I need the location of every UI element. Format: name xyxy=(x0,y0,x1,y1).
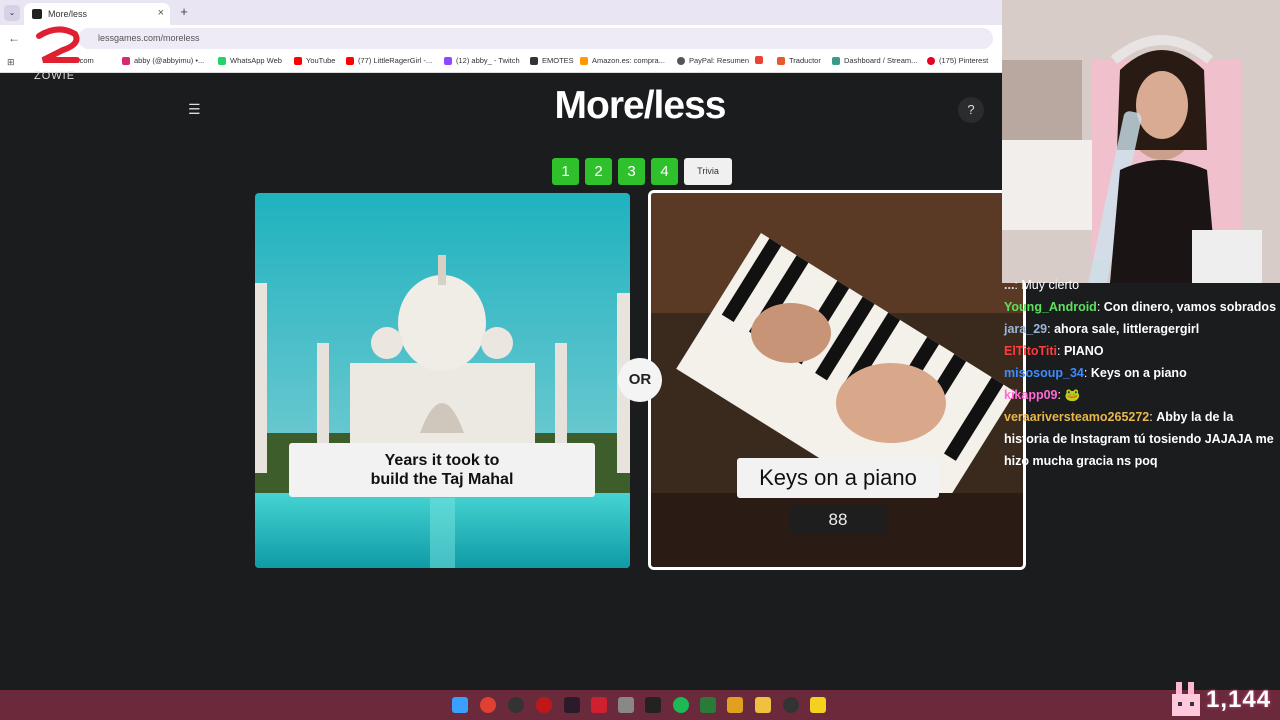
lessgames-favicon-icon xyxy=(32,9,42,19)
tab-title: More/less xyxy=(48,9,88,19)
chat-username: ElTitoTiti xyxy=(1004,344,1058,358)
app-icon[interactable] xyxy=(645,697,661,713)
chat-text: 🐸 xyxy=(1064,388,1081,402)
youtube-icon xyxy=(346,56,354,65)
right-card-value: 88 xyxy=(789,505,887,534)
left-choice-card[interactable]: Years it took to build the Taj Mahal xyxy=(255,193,630,568)
left-card-label-line1: Years it took to xyxy=(384,452,500,469)
sticky-notes-icon[interactable] xyxy=(810,697,826,713)
bookmark-whatsapp[interactable]: WhatsApp Web xyxy=(218,56,282,65)
chat-username: kikapp09 xyxy=(1004,388,1058,402)
chat-message: kikapp09: 🐸 xyxy=(1004,388,1081,402)
trivia-button[interactable]: Trivia xyxy=(684,158,732,185)
folder-icon[interactable] xyxy=(755,697,771,713)
amazon-icon xyxy=(580,56,588,65)
close-tab-icon[interactable]: × xyxy=(158,7,164,19)
chat-text: Con dinero, vamos sobrados xyxy=(1103,300,1277,314)
gmail-icon xyxy=(755,56,763,64)
zowie-logo-icon xyxy=(36,26,80,63)
bookmark-youtube-channel[interactable]: (77) LittleRagerGirl -... xyxy=(346,56,432,65)
bookmark-translator[interactable]: Traductor xyxy=(777,56,821,65)
pinterest-icon xyxy=(927,56,935,65)
help-button[interactable]: ? xyxy=(958,97,984,123)
start-icon[interactable] xyxy=(452,697,468,713)
level-2-button[interactable]: 2 xyxy=(585,158,612,185)
level-1-button[interactable]: 1 xyxy=(552,158,579,185)
or-badge: OR xyxy=(618,358,662,402)
chat-text: PIANO xyxy=(1063,344,1104,358)
bookmark-twitch[interactable]: (12) abby_ - Twitch xyxy=(444,56,520,65)
obs-icon[interactable] xyxy=(508,697,524,713)
webcam-feed xyxy=(1002,0,1280,283)
bookmark-instagram[interactable]: abby (@abbyimu) •... xyxy=(122,56,204,65)
chat-message: Young_Android: Con dinero, vamos sobrado… xyxy=(1004,300,1277,314)
chat-username: Young_Android xyxy=(1004,300,1097,314)
hamburger-menu-icon[interactable]: ☰ xyxy=(188,101,201,118)
app-icon[interactable] xyxy=(783,697,799,713)
chat-text: Keys on a piano xyxy=(1090,366,1187,380)
bookmark-paypal[interactable]: PayPal: Resumen xyxy=(677,56,749,65)
tab-search-icon[interactable]: ⌄ xyxy=(4,5,20,21)
chat-username: misosoup_34 xyxy=(1004,366,1084,380)
chrome-icon[interactable] xyxy=(480,697,496,713)
chat-text: Muy cierto xyxy=(1021,278,1080,292)
level-3-button[interactable]: 3 xyxy=(618,158,645,185)
stream-tool-icon[interactable] xyxy=(591,697,607,713)
chat-message: ...: Muy cierto xyxy=(1004,278,1080,292)
browser-tab[interactable]: More/less × xyxy=(24,3,170,25)
new-tab-icon[interactable]: + xyxy=(176,4,192,20)
chat-username: veraariversteamo265272 xyxy=(1004,410,1150,424)
chat-username: jara_29 xyxy=(1004,322,1048,336)
chat-username: ... xyxy=(1004,278,1015,292)
webcam-image xyxy=(1002,0,1280,283)
tab-strip: ⌄ More/less × + xyxy=(0,0,1002,25)
left-card-label-line2: build the Taj Mahal xyxy=(370,471,514,488)
whatsapp-icon xyxy=(218,56,226,65)
apps-grid-icon[interactable]: ⊞ xyxy=(7,57,15,68)
excel-icon[interactable] xyxy=(700,697,716,713)
left-card-label: Years it took to build the Taj Mahal xyxy=(289,443,595,497)
emotes-icon xyxy=(530,56,538,65)
level-selector: 1 2 3 4 Trivia xyxy=(552,158,732,185)
refresh-app-icon[interactable] xyxy=(618,697,634,713)
viewer-counter: 1,144 xyxy=(1206,686,1272,713)
bookmark-amazon[interactable]: Amazon.es: compra... xyxy=(580,56,665,65)
bookmark-youtube[interactable]: YouTube xyxy=(294,56,335,65)
instagram-icon xyxy=(122,56,130,65)
level-4-button[interactable]: 4 xyxy=(651,158,678,185)
youtube-icon xyxy=(294,56,302,65)
chat-text: ahora sale, littleragergirl xyxy=(1054,322,1200,336)
url-field[interactable]: lessgames.com/moreless xyxy=(78,28,993,49)
bookmark-pinterest[interactable]: (175) Pinterest xyxy=(927,56,988,65)
windows-taskbar xyxy=(0,690,1280,720)
page-title: More/less xyxy=(554,84,727,127)
app-icon[interactable] xyxy=(564,697,580,713)
stream-chat: ...: Muy cierto Young_Android: Con diner… xyxy=(1004,274,1280,472)
right-choice-card[interactable]: Keys on a piano 88 xyxy=(648,190,1026,570)
zowie-brand-text: ZOWIE xyxy=(34,70,76,82)
bookmark-gmail[interactable] xyxy=(755,56,767,64)
bookmark-dashboard[interactable]: Dashboard / Stream... xyxy=(832,56,917,65)
translate-icon xyxy=(777,56,785,65)
twitch-icon xyxy=(444,56,452,65)
back-arrow-icon[interactable]: ← xyxy=(8,31,20,45)
chat-message: ElTitoTiti: PIANO xyxy=(1004,344,1104,358)
opera-icon[interactable] xyxy=(536,697,552,713)
bookmarks-bar: ⊞ witter.com abby (@abbyimu) •... WhatsA… xyxy=(0,52,1002,73)
bookmark-emotes[interactable]: EMOTES xyxy=(530,56,574,65)
paypal-icon xyxy=(677,56,685,65)
taj-mahal-image xyxy=(255,193,630,568)
address-bar-row: ← lessgames.com/moreless xyxy=(0,25,1002,52)
spotify-icon[interactable] xyxy=(673,697,689,713)
chat-message: jara_29: ahora sale, littleragergirl xyxy=(1004,322,1200,336)
dashboard-icon xyxy=(832,56,840,65)
app-icon[interactable] xyxy=(727,697,743,713)
bunny-mascot-icon xyxy=(1172,682,1200,716)
chat-message: misosoup_34: Keys on a piano xyxy=(1004,366,1187,380)
right-card-label: Keys on a piano xyxy=(737,458,939,498)
chat-message: veraariversteamo265272: Abby la de la hi… xyxy=(1004,410,1274,468)
